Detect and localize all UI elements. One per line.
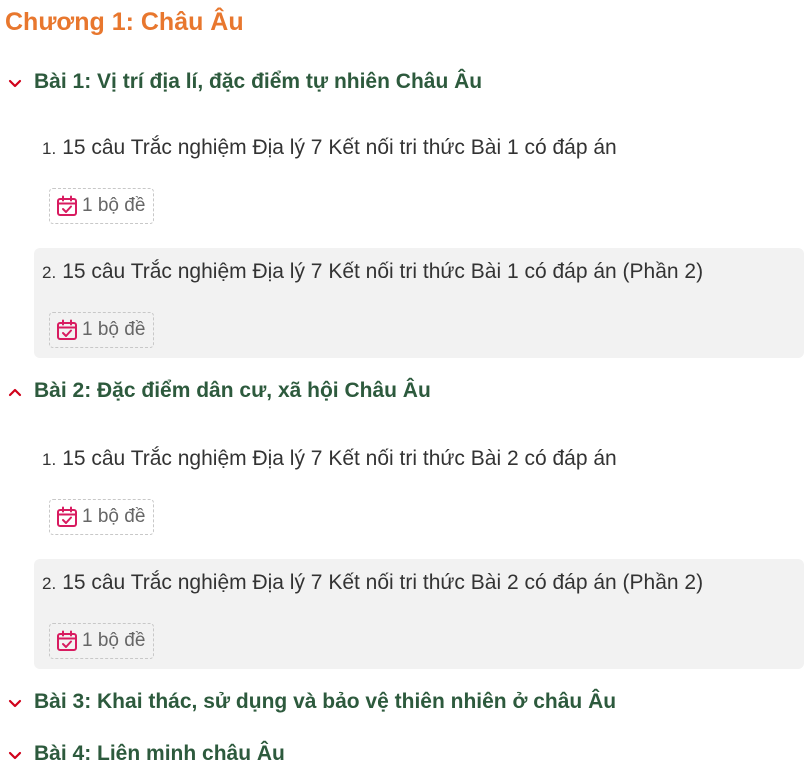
- quiz-number: 2.: [42, 574, 57, 593]
- calendar-check-icon: [56, 195, 82, 217]
- quiz-title: 15 câu Trắc nghiệm Địa lý 7 Kết nối tri …: [62, 260, 704, 283]
- chevron-down-icon: [8, 751, 22, 761]
- lesson-title: Bài 3: Khai thác, sử dụng và bảo vệ thiê…: [34, 690, 617, 713]
- quiz-count-badge[interactable]: 1 bộ đề: [49, 312, 155, 348]
- lesson-header-4[interactable]: Bài 4: Liên minh châu Âu: [8, 738, 285, 770]
- badge-text: 1 bộ đề: [82, 195, 146, 216]
- quiz-title: 15 câu Trắc nghiệm Địa lý 7 Kết nối tri …: [62, 447, 617, 470]
- quiz-link[interactable]: 1. 15 câu Trắc nghiệm Địa lý 7 Kết nối t…: [42, 447, 617, 471]
- calendar-check-icon: [56, 506, 82, 528]
- calendar-check-icon: [56, 319, 82, 341]
- quiz-count-badge[interactable]: 1 bộ đề: [49, 188, 155, 224]
- chevron-down-icon: [8, 699, 22, 709]
- quiz-count-badge[interactable]: 1 bộ đề: [49, 623, 155, 659]
- quiz-title: 15 câu Trắc nghiệm Địa lý 7 Kết nối tri …: [62, 571, 704, 594]
- badge-text: 1 bộ đề: [82, 630, 146, 651]
- calendar-check-icon: [56, 630, 82, 652]
- lesson-title: Bài 4: Liên minh châu Âu: [34, 742, 285, 765]
- chevron-up-icon: [8, 388, 22, 398]
- list-item: 2. 15 câu Trắc nghiệm Địa lý 7 Kết nối t…: [34, 559, 804, 669]
- chapter-title: Chương 1: Châu Âu: [5, 8, 244, 36]
- lesson-header-2[interactable]: Bài 2: Đặc điểm dân cư, xã hội Châu Âu: [8, 375, 431, 407]
- list-item: 1. 15 câu Trắc nghiệm Địa lý 7 Kết nối t…: [34, 124, 804, 234]
- quiz-number: 1.: [42, 450, 57, 469]
- list-item: 1. 15 câu Trắc nghiệm Địa lý 7 Kết nối t…: [34, 435, 804, 545]
- lesson-title: Bài 1: Vị trí địa lí, đặc điểm tự nhiên …: [34, 70, 483, 93]
- quiz-link[interactable]: 2. 15 câu Trắc nghiệm Địa lý 7 Kết nối t…: [42, 260, 703, 284]
- lesson-header-1[interactable]: Bài 1: Vị trí địa lí, đặc điểm tự nhiên …: [8, 66, 482, 98]
- quiz-count-badge[interactable]: 1 bộ đề: [49, 499, 155, 535]
- lesson-header-3[interactable]: Bài 3: Khai thác, sử dụng và bảo vệ thiê…: [8, 686, 616, 718]
- badge-text: 1 bộ đề: [82, 319, 146, 340]
- quiz-link[interactable]: 1. 15 câu Trắc nghiệm Địa lý 7 Kết nối t…: [42, 136, 617, 160]
- quiz-number: 1.: [42, 139, 57, 158]
- list-item: 2. 15 câu Trắc nghiệm Địa lý 7 Kết nối t…: [34, 248, 804, 358]
- quiz-link[interactable]: 2. 15 câu Trắc nghiệm Địa lý 7 Kết nối t…: [42, 571, 703, 595]
- chevron-down-icon: [8, 79, 22, 89]
- quiz-number: 2.: [42, 263, 57, 282]
- quiz-title: 15 câu Trắc nghiệm Địa lý 7 Kết nối tri …: [62, 136, 617, 159]
- lesson-title: Bài 2: Đặc điểm dân cư, xã hội Châu Âu: [34, 379, 431, 402]
- badge-text: 1 bộ đề: [82, 506, 146, 527]
